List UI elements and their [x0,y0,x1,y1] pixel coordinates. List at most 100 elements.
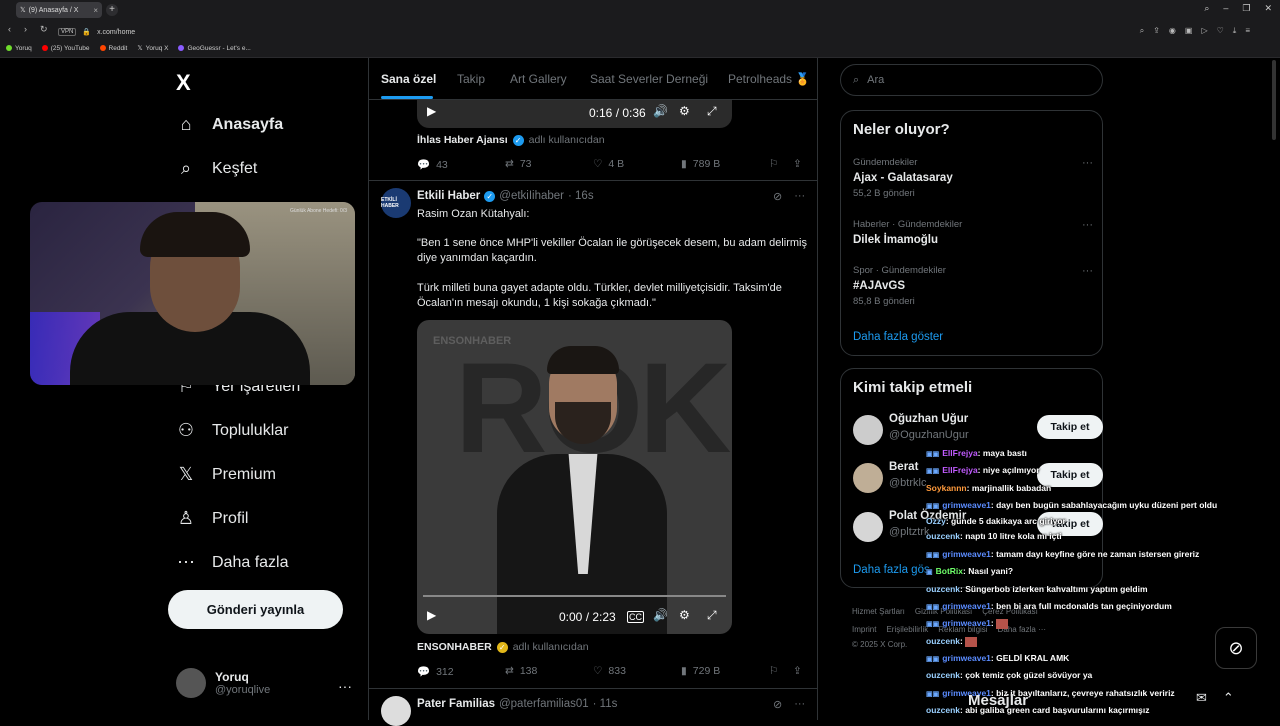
captions-icon[interactable]: CC [627,611,644,623]
bookmark-item[interactable]: (25) YouTube [41,44,90,52]
tab-following[interactable]: Takip [457,72,485,86]
views-button[interactable]: ▮ 789 B [681,158,720,170]
share-button[interactable]: ⇪ [793,158,802,170]
repost-button[interactable]: ⇄ 138 [505,665,537,677]
bookmark-item[interactable]: Reddit [99,44,127,52]
footer-link[interactable]: Imprint [852,625,876,634]
follow-button[interactable]: Takip et [1037,415,1103,439]
nav-communities[interactable]: ⚇ Topluluklar [176,420,289,441]
divider [369,688,817,689]
screenshot-icon[interactable]: ▣ [1185,26,1193,36]
footer-link[interactable]: Erişilebilirlik [886,625,928,634]
like-button[interactable]: ♡ 4 B [593,158,624,170]
trend-item[interactable]: Spor · Gündemdekiler #AJAvGS 85,8 B gönd… [853,265,1093,307]
vpn-badge[interactable]: VPN [58,28,77,36]
show-more-link[interactable]: Daha fazla gös [853,564,930,576]
repost-button[interactable]: ⇄ 73 [505,158,532,170]
nav-home[interactable]: ⌂ Anasayfa [176,114,284,135]
search-tabs-icon[interactable]: ⌕ [1204,3,1209,14]
share-button[interactable]: ⇪ [793,665,802,677]
tab-for-you[interactable]: Sana özel [381,72,436,86]
chevron-up-icon[interactable]: ⌃ [1223,690,1234,706]
video-player[interactable]: ROK ENSONHABER ▶ 0:00 / 2:23 CC 🔊 ⚙ ⤢ [417,320,732,634]
source-name[interactable]: ENSONHABER [417,641,492,653]
reply-button[interactable]: 💬 43 [417,158,448,172]
source-name[interactable]: İhlas Haber Ajansı [417,134,508,146]
volume-icon[interactable]: 🔊 [653,608,668,622]
tab-saat-severler[interactable]: Saat Severler Derneği [590,72,708,86]
avatar[interactable] [381,696,411,726]
avatar[interactable]: ETKİLİ HABER [381,188,411,218]
grok-icon[interactable]: ⊘ [773,698,782,711]
settings-icon[interactable]: ⚙ [679,608,690,622]
forward-icon[interactable]: › [24,24,27,34]
extension-icons: ⌕ ⇪ ◉ ▣ ▷ ♡ ⤓ ≡ [1140,26,1250,36]
heart-icon[interactable]: ♡ [1217,26,1224,36]
follow-suggestion[interactable]: Oğuzhan Uğur @OguzhanUgur Takip et [853,413,1103,447]
tab-petrolheads[interactable]: Petrolheads 🏅 [728,72,810,86]
show-more-link[interactable]: Daha fazla göster [853,331,943,343]
more-options-icon[interactable]: ··· [794,698,805,711]
back-icon[interactable]: ‹ [8,24,11,34]
zoom-icon[interactable]: ⌕ [1140,26,1144,36]
nav-premium[interactable]: 𝕏 Premium [176,464,276,485]
url-text[interactable]: x.com/home [97,29,135,36]
camera-icon[interactable]: ◉ [1169,26,1176,36]
bookmark-item[interactable]: GeoGuessr - Let's e... [178,44,251,52]
views-button[interactable]: ▮ 729 B [681,665,720,677]
browser-tab[interactable]: 𝕏 (9) Anasayfa / X × [16,2,102,18]
footer-link[interactable]: Hizmet Şartları [852,607,905,616]
trend-item[interactable]: Gündemdekiler Ajax - Galatasaray 55,2 B … [853,157,1093,199]
share-icon[interactable]: ⇪ [1153,26,1160,36]
grok-icon[interactable]: ⊘ [773,190,782,203]
bookmark-button[interactable]: ⚐ [769,665,778,677]
author-handle[interactable]: @paterfamilias01 [499,698,589,710]
nav-explore[interactable]: ⌕ Keşfet [176,158,257,179]
close-window-icon[interactable]: ✕ [1264,3,1272,14]
more-options-icon[interactable]: ··· [794,190,805,203]
grok-button[interactable]: ⊘ [1215,627,1257,669]
tab-art-gallery[interactable]: Art Gallery [510,72,567,86]
nav-more[interactable]: ⋯ Daha fazla [176,552,289,573]
tweet-time[interactable]: · 11s [593,698,618,710]
more-options-icon[interactable]: ··· [338,678,352,694]
video-player[interactable]: ▶ 0:16 / 0:36 🔊 ⚙ ⤢ [417,100,732,128]
reply-button[interactable]: 💬 312 [417,665,454,679]
new-tab-button[interactable]: + [106,4,118,16]
fullscreen-icon[interactable]: ⤢ [707,608,717,623]
more-options-icon[interactable]: ··· [1082,265,1093,277]
minimize-icon[interactable]: – [1223,3,1228,14]
scrollbar[interactable] [1272,60,1276,140]
address-bar[interactable]: VPN 🔒 x.com/home [58,25,135,39]
tweet-time[interactable]: · 16s [568,190,594,202]
author-name[interactable]: Etkili Haber [417,190,480,202]
search-input[interactable]: ⌕ Ara [840,64,1103,96]
trend-item[interactable]: Haberler · Gündemdekiler Dilek İmamoğlu … [853,219,1093,246]
bookmark-button[interactable]: ⚐ [769,158,778,170]
maximize-icon[interactable]: ❐ [1242,3,1250,14]
like-button[interactable]: ♡ 833 [593,665,626,677]
play-icon[interactable]: ▶ [427,608,436,622]
video-progress-bar[interactable] [423,595,726,597]
author-name[interactable]: Pater Familias [417,698,495,710]
nav-profile[interactable]: ♙ Profil [176,508,249,529]
author-handle[interactable]: @etkiIihaber [499,190,564,202]
play-icon[interactable]: ▶ [427,104,436,118]
x-logo-icon[interactable]: X [176,70,191,96]
new-message-icon[interactable]: ✉ [1196,690,1207,706]
play-icon[interactable]: ▷ [1201,26,1207,36]
post-button[interactable]: Gönderi yayınla [168,590,343,629]
more-options-icon[interactable]: ··· [1082,157,1093,169]
messages-drawer[interactable]: Mesajlar [948,680,1218,720]
close-tab-icon[interactable]: × [93,6,98,15]
account-switcher[interactable]: Yoruq @yoruqlive [176,668,270,698]
settings-icon[interactable]: ⚙ [679,104,690,118]
download-icon[interactable]: ⤓ [1233,26,1237,36]
more-options-icon[interactable]: ··· [1082,219,1093,231]
reload-icon[interactable]: ↻ [40,24,48,35]
volume-icon[interactable]: 🔊 [653,104,668,118]
fullscreen-icon[interactable]: ⤢ [707,104,717,119]
menu-icon[interactable]: ≡ [1245,26,1250,36]
bookmark-item[interactable]: 𝕏 Yoruq X [137,44,168,53]
bookmark-item[interactable]: Yoruq [6,44,32,52]
